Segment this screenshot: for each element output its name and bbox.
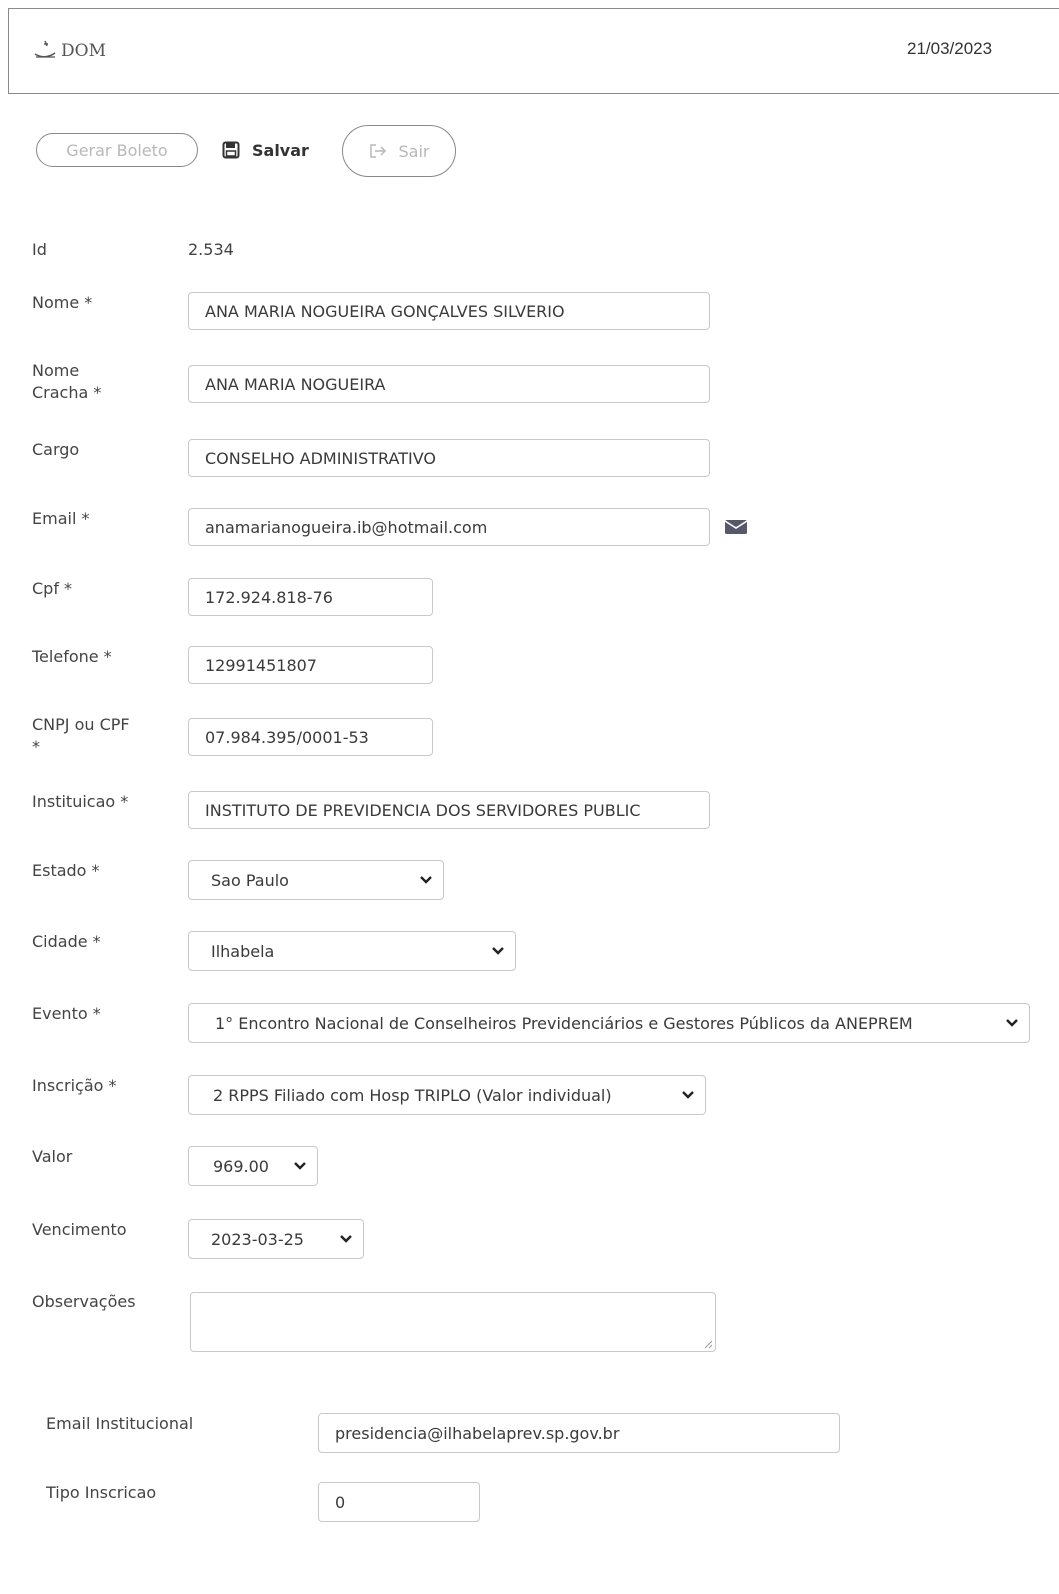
header-bar: DOM 21/03/2023 [8,8,1059,94]
logo-mark-icon [34,40,56,58]
chevron-down-icon [294,1162,306,1170]
telefone-label: Telefone * [32,647,112,666]
id-value: 2.534 [188,240,234,259]
observacoes-label: Observações [32,1292,136,1311]
evento-select[interactable]: 1° Encontro Nacional de Conselheiros Pre… [188,1003,1030,1043]
estado-select[interactable]: Sao Paulo [188,860,444,900]
cnpj-label: CNPJ ou CPF * [32,714,130,758]
chevron-down-icon [682,1091,694,1099]
resize-grip-icon[interactable] [703,1339,713,1349]
gerar-boleto-button[interactable]: Gerar Boleto [36,133,198,167]
floppy-disk-icon [222,141,240,159]
tipo-inscricao-input[interactable]: 0 [318,1482,480,1522]
cnpj-label-line-1: CNPJ ou CPF [32,715,130,734]
cidade-select[interactable]: Ilhabela [188,931,516,971]
email-label: Email * [32,509,90,528]
evento-selected: 1° Encontro Nacional de Conselheiros Pre… [215,1013,913,1033]
nome-cracha-label: Nome Cracha * [32,360,101,404]
cpf-label: Cpf * [32,579,73,598]
nome-cracha-label-line-1: Nome [32,361,80,380]
chevron-down-icon [492,947,504,955]
header-date: 21/03/2023 [907,39,993,58]
email-institucional-input[interactable]: presidencia@ilhabelaprev.sp.gov.br [318,1413,840,1453]
email-institucional-label: Email Institucional [46,1414,194,1433]
inscricao-selected: 2 RPPS Filiado com Hosp TRIPLO (Valor in… [213,1085,612,1105]
logo-text: DOM [61,41,106,61]
chevron-down-icon [1006,1019,1018,1027]
email-input[interactable]: anamarianogueira.ib@hotmail.com [188,508,710,546]
envelope-icon[interactable] [724,518,748,536]
instituicao-label: Instituicao * [32,792,129,811]
salvar-button[interactable]: Salvar [222,133,309,167]
tipo-inscricao-label: Tipo Inscricao [46,1483,157,1502]
sair-label: Sair [398,141,430,161]
valor-selected: 969.00 [213,1156,269,1176]
cargo-label: Cargo [32,440,80,459]
salvar-label: Salvar [252,140,309,160]
nome-input[interactable]: ANA MARIA NOGUEIRA GONÇALVES SILVERIO [188,292,710,330]
nome-label: Nome * [32,293,93,312]
inscricao-select[interactable]: 2 RPPS Filiado com Hosp TRIPLO (Valor in… [188,1075,706,1115]
nome-cracha-label-line-2: Cracha * [32,383,102,402]
vencimento-selected: 2023-03-25 [211,1229,304,1249]
evento-label: Evento * [32,1004,101,1023]
sair-button[interactable]: Sair [342,125,456,177]
inscricao-label: Inscrição * [32,1076,117,1095]
instituicao-input[interactable]: INSTITUTO DE PREVIDENCIA DOS SERVIDORES … [188,791,710,829]
observacoes-textarea[interactable] [190,1292,716,1352]
estado-label: Estado * [32,861,100,880]
cnpj-label-line-2: * [32,737,40,756]
telefone-input[interactable]: 12991451807 [188,646,433,684]
gerar-boleto-label: Gerar Boleto [66,140,168,160]
cpf-input[interactable]: 172.924.818-76 [188,578,433,616]
id-label: Id [32,240,47,259]
valor-label: Valor [32,1147,73,1166]
valor-select[interactable]: 969.00 [188,1146,318,1186]
chevron-down-icon [420,876,432,884]
chevron-down-icon [340,1235,352,1243]
nome-cracha-input[interactable]: ANA MARIA NOGUEIRA [188,365,710,403]
vencimento-label: Vencimento [32,1220,127,1239]
sign-out-icon [369,144,386,158]
cidade-selected: Ilhabela [211,941,275,961]
vencimento-select[interactable]: 2023-03-25 [188,1219,364,1259]
cidade-label: Cidade * [32,932,101,951]
estado-selected: Sao Paulo [211,870,289,890]
logo: DOM [33,39,106,61]
cargo-input[interactable]: CONSELHO ADMINISTRATIVO [188,439,710,477]
cnpj-input[interactable]: 07.984.395/0001-53 [188,718,433,756]
